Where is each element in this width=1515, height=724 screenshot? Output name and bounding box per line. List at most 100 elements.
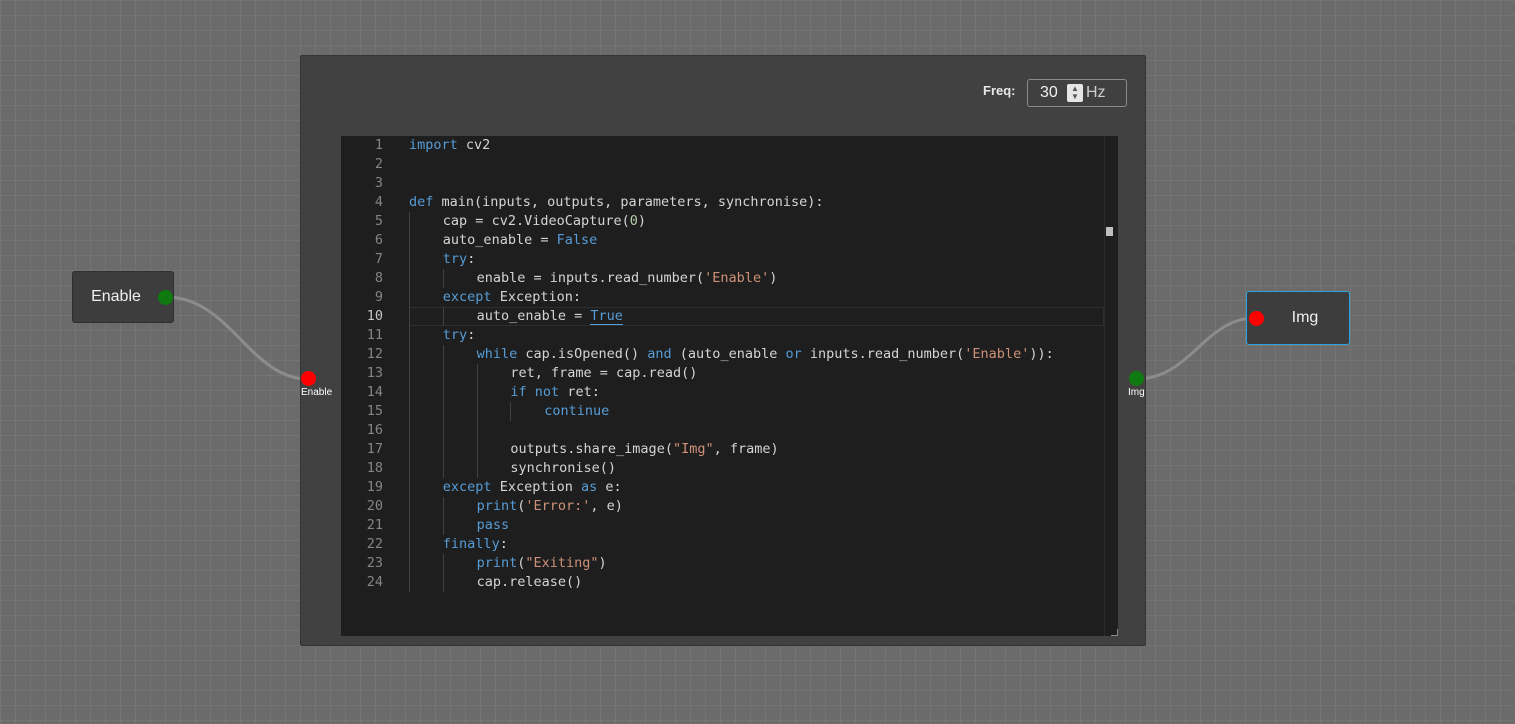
code-token: , frame) <box>713 441 779 457</box>
code-token: e: <box>597 479 622 495</box>
code-token: def <box>409 194 434 210</box>
line-number: 2 <box>374 156 383 172</box>
code-line[interactable]: 23 print("Exiting") <box>341 554 1104 573</box>
code-text[interactable]: outputs.share_image("Img", frame) <box>510 440 778 459</box>
code-line[interactable]: 5 cap = cv2.VideoCapture(0) <box>341 212 1104 231</box>
code-text[interactable]: auto_enable = True <box>477 307 623 326</box>
line-number: 19 <box>366 479 383 495</box>
code-text[interactable]: print("Exiting") <box>477 554 607 573</box>
code-line[interactable]: 22 finally: <box>341 535 1104 554</box>
line-number: 6 <box>374 232 383 248</box>
code-line[interactable]: 3 <box>341 174 1104 193</box>
img-node[interactable]: Img <box>1246 291 1350 345</box>
code-text[interactable]: continue <box>544 402 609 421</box>
indent-guide <box>442 440 444 459</box>
indent-guide <box>510 402 512 421</box>
indent-guide <box>409 345 410 364</box>
code-line[interactable]: 2 <box>341 155 1104 174</box>
code-line[interactable]: 15 continue <box>341 402 1104 421</box>
enable-output-port[interactable] <box>158 290 173 305</box>
chevron-down-icon[interactable]: ▼ <box>1071 93 1079 101</box>
freq-label: Freq: <box>983 83 1016 98</box>
code-line[interactable]: 7 try: <box>341 250 1104 269</box>
code-node[interactable]: Freq: 30 ▲ ▼ Hz 1 import cv2 2 3 4 def main(i… <box>300 55 1146 646</box>
line-number: 9 <box>374 289 383 305</box>
code-text[interactable]: pass <box>477 516 510 535</box>
code-text[interactable]: import cv2 <box>409 136 490 155</box>
code-text[interactable]: def main(inputs, outputs, parameters, sy… <box>409 193 824 212</box>
code-token: ) <box>637 213 647 229</box>
code-line[interactable]: 14 if not ret: <box>341 383 1104 402</box>
indent-guide <box>409 307 410 326</box>
wire-code-to-img[interactable] <box>1136 316 1256 381</box>
line-number: 3 <box>374 175 383 191</box>
code-line[interactable]: 17 outputs.share_image("Img", frame) <box>341 440 1104 459</box>
code-text[interactable]: cap.release() <box>477 573 583 592</box>
code-line[interactable]: 19 except Exception as e: <box>341 478 1104 497</box>
code-text[interactable]: enable = inputs.read_number('Enable') <box>477 269 778 288</box>
img-input-port[interactable] <box>1249 311 1264 326</box>
code-token: except <box>442 289 492 305</box>
code-line[interactable]: 4 def main(inputs, outputs, parameters, s… <box>341 193 1104 212</box>
indent-guide <box>476 440 478 459</box>
code-line[interactable]: 21 pass <box>341 516 1104 535</box>
code-line[interactable]: 8 enable = inputs.read_number('Enable') <box>341 269 1104 288</box>
code-editor[interactable]: 1 import cv2 2 3 4 def main(inputs, outputs, … <box>341 136 1118 636</box>
indent-guide <box>442 554 444 573</box>
code-line[interactable]: 16 <box>341 421 1104 440</box>
code-text[interactable]: synchronise() <box>510 459 616 478</box>
line-number: 22 <box>366 536 383 552</box>
code-line[interactable]: 6 auto_enable = False <box>341 231 1104 250</box>
code-line[interactable]: 24 cap.release() <box>341 573 1104 592</box>
line-number: 24 <box>366 574 383 590</box>
indent-guide <box>442 364 444 383</box>
enable-node[interactable]: Enable <box>72 271 174 323</box>
code-line[interactable]: 9 except Exception: <box>341 288 1104 307</box>
code-line[interactable]: 10 auto_enable = True <box>367 307 1104 326</box>
line-number: 11 <box>366 327 383 343</box>
line-number: 21 <box>366 517 383 533</box>
code-text[interactable]: while cap.isOpened() and (auto_enable or… <box>477 345 1054 364</box>
indent-guide <box>442 459 444 478</box>
code-token: if <box>510 384 527 400</box>
code-node-output-port[interactable] <box>1129 371 1144 386</box>
code-text[interactable]: print('Error:', e) <box>477 497 623 516</box>
code-token: print <box>476 498 518 514</box>
code-line[interactable]: 13 ret, frame = cap.read() <box>341 364 1104 383</box>
indent-guide <box>442 383 444 402</box>
code-token: not <box>534 384 560 400</box>
code-text[interactable]: finally: <box>443 535 508 554</box>
code-line[interactable]: 20 print('Error:', e) <box>341 497 1104 516</box>
editor-scrollbar[interactable] <box>1104 136 1118 636</box>
code-token: : <box>1045 346 1054 362</box>
code-text[interactable]: if not ret: <box>510 383 599 402</box>
code-text[interactable]: cap = cv2.VideoCapture(0) <box>443 212 646 231</box>
code-text[interactable]: ret, frame = cap.read() <box>510 364 697 383</box>
line-number: 14 <box>366 384 383 400</box>
code-text[interactable]: except Exception: <box>443 288 581 307</box>
indent-guide <box>442 573 444 592</box>
freq-spinner[interactable]: ▲ ▼ <box>1067 84 1083 102</box>
freq-input[interactable]: 30 ▲ ▼ Hz <box>1027 79 1127 107</box>
indent-guide <box>476 421 478 440</box>
output-port-label: Img <box>1128 387 1145 398</box>
code-line[interactable]: 1 import cv2 <box>341 136 1104 155</box>
code-line[interactable]: 12 while cap.isOpened() and (auto_enable … <box>341 345 1104 364</box>
img-node-label: Img <box>1291 309 1319 326</box>
code-text[interactable]: try: <box>443 326 476 345</box>
code-text[interactable]: try: <box>443 250 476 269</box>
code-line[interactable]: 11 try: <box>341 326 1104 345</box>
code-text[interactable]: auto_enable = False <box>443 231 597 250</box>
code-text[interactable]: except Exception as e: <box>443 478 622 497</box>
indent-guide <box>442 402 444 421</box>
code-token: or <box>785 346 802 362</box>
line-number: 4 <box>374 194 383 210</box>
indent-guide <box>409 535 410 554</box>
code-token: continue <box>544 403 610 419</box>
freq-value[interactable]: 30 <box>1040 84 1058 102</box>
indent-guide <box>409 478 410 497</box>
code-node-input-port[interactable] <box>301 371 316 386</box>
code-line[interactable]: 18 synchronise() <box>341 459 1104 478</box>
resize-grip-icon[interactable] <box>1111 629 1118 636</box>
wire-enable-to-code[interactable] <box>165 295 309 381</box>
